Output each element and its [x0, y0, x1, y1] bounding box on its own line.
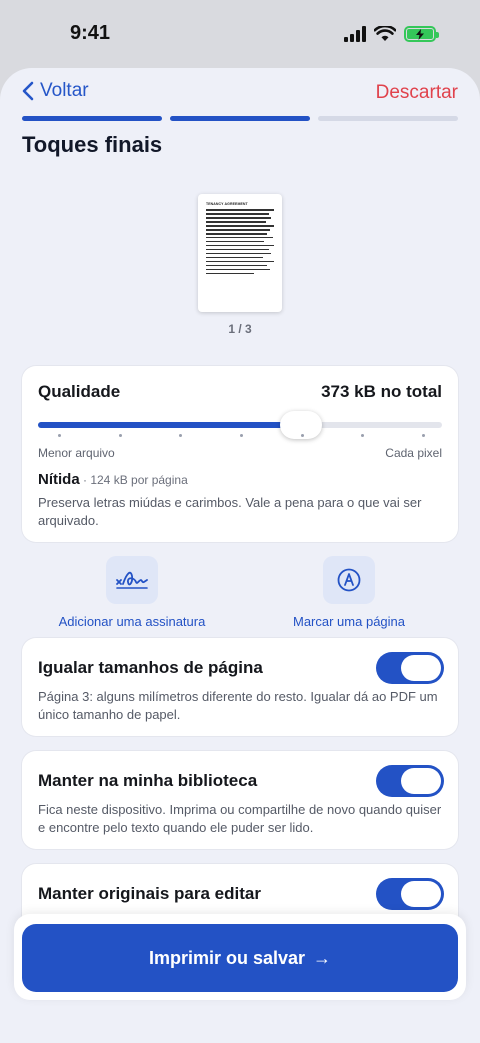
slider-fill: [38, 422, 301, 428]
preview-line: [206, 228, 270, 231]
quality-description: Preserva letras miúdas e carimbos. Vale …: [38, 495, 422, 528]
preview-line: [206, 212, 269, 215]
status-icons: [344, 26, 439, 42]
step-progress: [22, 116, 458, 121]
slider-min-label: Menor arquivo: [38, 446, 115, 460]
toggle-knob: [401, 881, 441, 907]
preview-line: [206, 248, 269, 251]
preview-heading: TENANCY AGREEMENT: [206, 202, 248, 206]
slider-ticks: [38, 434, 442, 438]
preview-line: [206, 264, 268, 267]
toggle-card-keep-in-library: Manter na minha biblioteca Fica neste di…: [22, 751, 458, 849]
preview-line: [206, 268, 270, 271]
preview-line: [206, 240, 265, 243]
document-preview[interactable]: TENANCY AGREEMENT: [198, 194, 282, 312]
preview-line: [206, 256, 264, 259]
mark-page-label: Marcar uma página: [293, 614, 405, 629]
keep-in-library-toggle[interactable]: [376, 765, 444, 797]
markup-pen-icon: [337, 568, 361, 592]
mark-page-button[interactable]: Marcar uma página: [286, 556, 412, 629]
preview-line: [206, 220, 266, 223]
preview-line: [206, 252, 272, 255]
slider-tick: [58, 434, 61, 437]
toggle-title: Manter originais para editar: [38, 884, 261, 903]
progress-step: [318, 116, 458, 121]
back-label: Voltar: [40, 80, 89, 101]
preview-line: [206, 260, 274, 263]
quality-total-size: 373 kB no total: [321, 382, 442, 401]
quality-level-name: Nítida: [38, 471, 80, 488]
quality-level-detail: · 124 kB por página: [79, 473, 188, 487]
preview-line: [206, 224, 274, 227]
toggle-description: Fica neste dispositivo. Imprima ou compa…: [38, 802, 442, 835]
arrow-right-icon: →: [313, 947, 332, 968]
slider-tick: [422, 434, 425, 437]
slider-tick: [240, 434, 243, 437]
status-bar: 9:41: [0, 0, 480, 70]
slider-tick: [179, 434, 183, 437]
quality-card: Qualidade 373 kB no total Menor arquivo …: [22, 366, 458, 542]
print-or-save-button[interactable]: Imprimir ou salvar →: [22, 924, 458, 992]
progress-step: [170, 116, 310, 121]
chevron-left-icon: [22, 81, 34, 101]
slider-max-label: Cada pixel: [385, 446, 442, 460]
add-signature-button[interactable]: Adicionar uma assinatura: [52, 556, 212, 629]
toggle-knob: [401, 655, 441, 681]
charging-bolt-icon: [416, 28, 424, 40]
markup-icon-box: [323, 556, 375, 604]
preview-line: [206, 209, 274, 211]
signature-icon-box: [106, 556, 158, 604]
toggle-title: Manter na minha biblioteca: [38, 771, 258, 790]
progress-step: [22, 116, 162, 121]
preview-line: [206, 272, 254, 275]
back-button[interactable]: Voltar: [22, 80, 89, 102]
add-signature-label: Adicionar uma assinatura: [58, 614, 206, 629]
preview-line: [206, 216, 272, 219]
page-title: Toques finais: [22, 132, 163, 157]
slider-tick: [361, 434, 365, 437]
quality-level: Nítida · 124 kB por página: [38, 471, 188, 488]
nav-bar: Voltar Descartar: [0, 68, 480, 118]
preview-line: [206, 236, 273, 239]
page-counter: 1 / 3: [228, 322, 252, 336]
print-or-save-label: Imprimir ou salvar: [148, 947, 306, 968]
toggle-knob: [401, 768, 441, 794]
status-time: 9:41: [70, 22, 111, 44]
discard-button[interactable]: Descartar: [376, 82, 458, 104]
slider-tick: [118, 434, 122, 437]
cellular-signal-icon: [344, 26, 366, 42]
preview-line: [206, 232, 268, 235]
bottom-action-bar: Imprimir ou salvar →: [14, 914, 466, 1000]
keep-originals-toggle[interactable]: [376, 878, 444, 910]
preview-text-lines: [206, 209, 274, 275]
toggle-card-match-page-sizes: Igualar tamanhos de página Página 3: alg…: [22, 638, 458, 736]
finishing-sheet: Voltar Descartar Toques finais TENANCY A…: [0, 68, 480, 1043]
match-page-sizes-toggle[interactable]: [376, 652, 444, 684]
battery-icon: [404, 26, 439, 42]
slider-tick: [300, 434, 304, 437]
toggle-title: Igualar tamanhos de página: [38, 658, 263, 677]
signature-icon: [116, 571, 148, 589]
preview-line: [206, 244, 274, 247]
wifi-icon: [374, 26, 396, 41]
toggle-description: Página 3: alguns milímetros diferente do…: [38, 689, 438, 722]
quality-title: Qualidade: [38, 382, 121, 401]
quality-slider[interactable]: [38, 411, 442, 439]
